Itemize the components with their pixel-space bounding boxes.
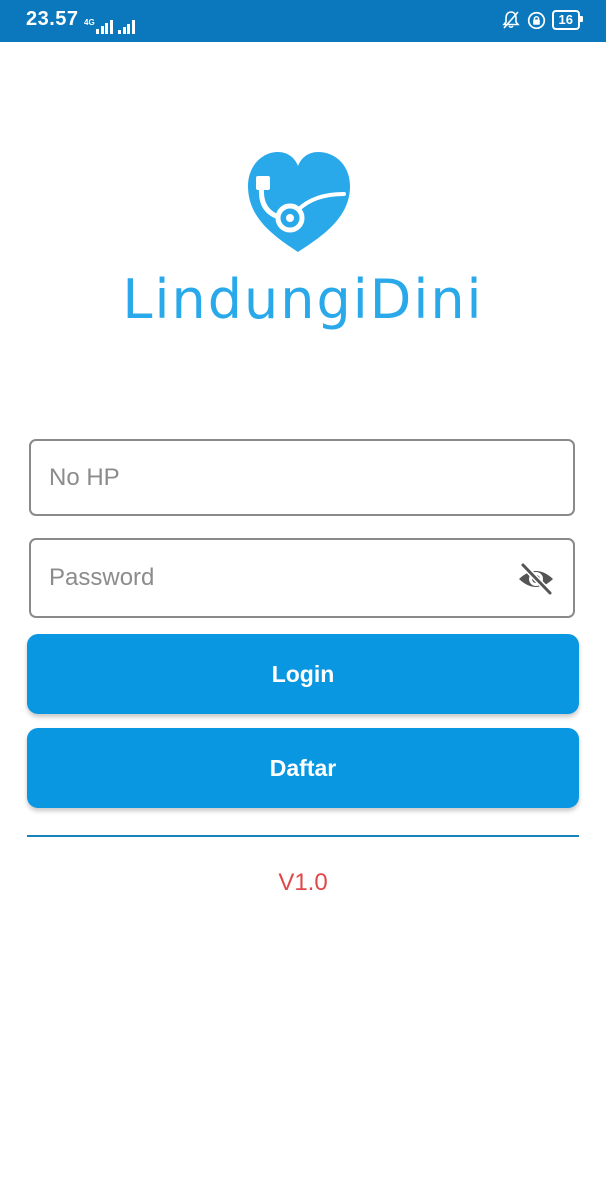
- phone-field[interactable]: [29, 439, 575, 516]
- login-button[interactable]: Login: [27, 634, 579, 714]
- phone-input[interactable]: [31, 441, 489, 514]
- status-time: 23.57: [26, 8, 79, 30]
- signal-icon: [96, 18, 113, 34]
- password-field[interactable]: [29, 538, 575, 618]
- status-bar: 23.57 4G 16: [0, 0, 606, 42]
- eye-off-icon[interactable]: [517, 562, 555, 596]
- divider: [27, 835, 579, 837]
- network-type: 4G: [84, 18, 95, 27]
- password-input[interactable]: [31, 540, 489, 616]
- app-name: LindungiDini: [122, 268, 484, 331]
- signal-icon: [118, 18, 135, 34]
- version-label: V1.0: [278, 869, 328, 896]
- register-button[interactable]: Daftar: [27, 728, 579, 808]
- heart-stethoscope-icon: [248, 152, 350, 252]
- notifications-muted-icon: [501, 11, 520, 29]
- vpn-lock-icon: [527, 11, 545, 29]
- battery-icon: 16: [551, 10, 584, 30]
